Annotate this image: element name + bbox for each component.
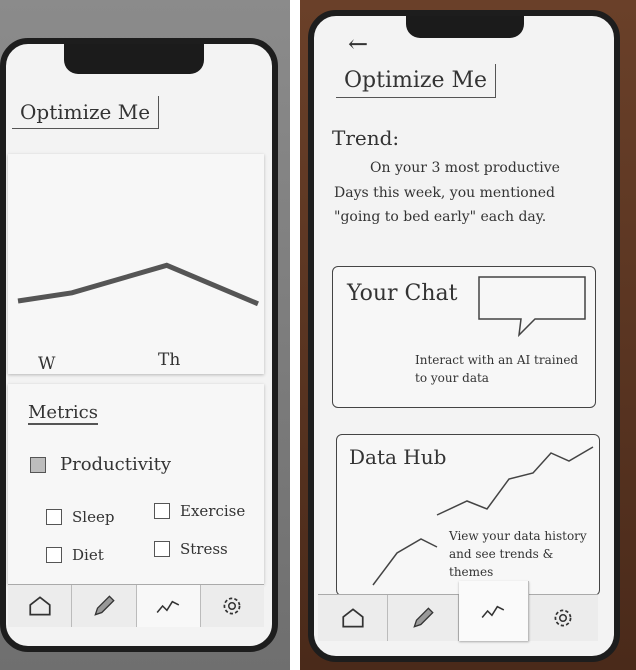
chat-bubble-icon [478,276,586,338]
right-tab-trends[interactable] [458,581,529,641]
right-tab-home[interactable] [318,595,389,641]
right-tab-journal[interactable] [388,595,459,641]
right-app-title: Optimize Me [336,64,497,98]
trend-icon [156,600,180,613]
left-line-chart [17,262,259,307]
checkbox-stress[interactable] [154,541,170,557]
right-phone-notch [406,16,524,38]
metric-sleep[interactable]: Sleep [46,508,114,526]
left-phone-notch [64,44,204,74]
metric-exercise[interactable]: Exercise [154,502,245,520]
data-hub-card[interactable]: Data Hub View your data history and see … [336,434,600,596]
left-x-tick-w: W [38,354,56,374]
metric-productivity[interactable]: Productivity [30,454,171,475]
left-tab-trends[interactable] [136,585,201,627]
metric-stress[interactable]: Stress [154,540,228,558]
gear-icon [554,609,572,627]
trend-icon [481,605,505,618]
right-tab-bar [318,581,598,641]
your-chat-desc: Interact with an AI trained to your data [415,353,579,385]
left-app-title: Optimize Me [12,96,160,129]
left-tab-home[interactable] [8,585,73,627]
data-hub-desc: View your data history and see trends & … [449,529,587,579]
left-metrics-card: Metrics Productivity Sleep Exercise Diet… [8,384,264,584]
left-tab-bar [8,584,264,627]
left-chart-card[interactable]: W Th [8,154,264,374]
trend-text: On your 3 most productive Days this week… [334,160,560,225]
metric-diet-label: Diet [72,546,104,564]
metric-productivity-label: Productivity [60,454,172,475]
your-chat-title: Your Chat [347,281,458,306]
left-line-series [17,262,259,307]
checkbox-sleep[interactable] [46,509,62,525]
left-x-tick-th: Th [158,350,181,370]
gear-icon [223,597,241,615]
home-icon [342,608,364,628]
metric-stress-label: Stress [180,540,228,558]
your-chat-card[interactable]: Your Chat Interact with an AI trained to… [332,266,596,408]
pencil-icon [413,607,434,628]
metrics-heading: Metrics [28,402,98,425]
trend-heading: Trend: [332,126,400,150]
metric-sleep-label: Sleep [72,508,115,526]
pencil-icon [94,595,115,616]
checkbox-diet[interactable] [46,547,62,563]
metric-exercise-label: Exercise [180,502,246,520]
metric-diet[interactable]: Diet [46,546,104,564]
checkbox-productivity[interactable] [30,456,46,473]
checkbox-exercise[interactable] [154,503,170,519]
left-phone-frame: Optimize Me W Th Metrics Productivity Sl… [0,38,278,652]
back-arrow-icon[interactable]: ← [348,30,368,58]
left-tab-settings[interactable] [201,585,264,627]
right-tab-settings[interactable] [529,595,598,641]
home-icon [29,596,51,616]
left-tab-journal[interactable] [72,585,137,627]
right-phone-frame: ← Optimize Me Trend: On your 3 most prod… [308,10,620,662]
